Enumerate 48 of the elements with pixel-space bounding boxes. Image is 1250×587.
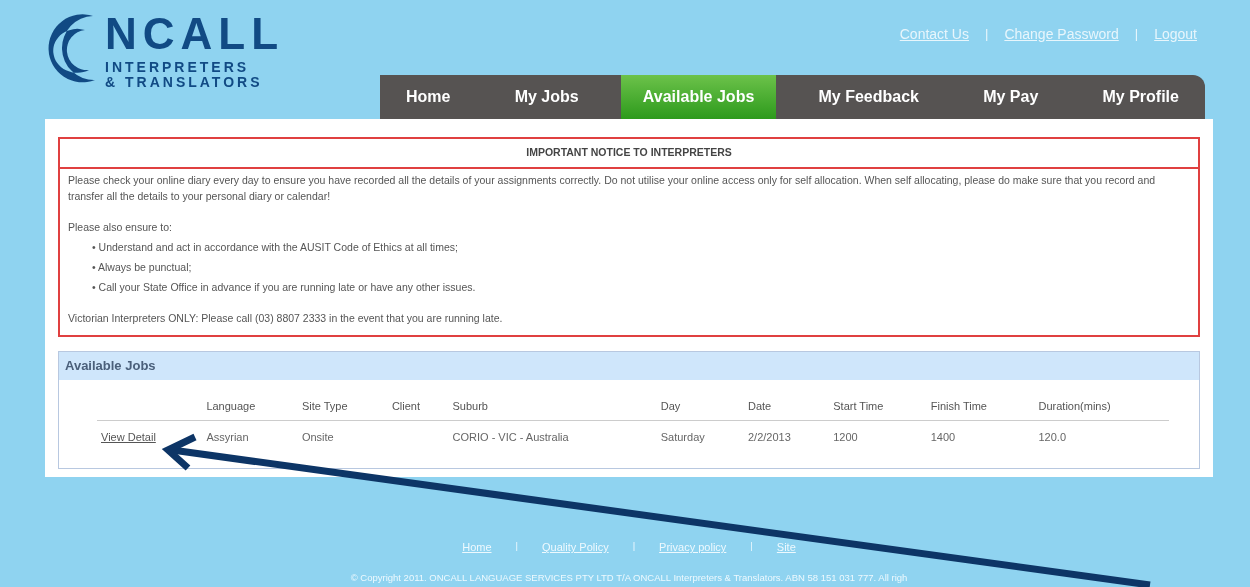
link-separator: | [1134,25,1139,43]
link-separator: | [985,25,989,43]
table-cell: Onsite [297,420,388,454]
nav-tab[interactable]: My Profile [1080,75,1201,119]
nav-tab[interactable]: My Pay [961,75,1061,119]
link-separator: | [750,539,753,553]
table-cell: Assyrian [202,420,298,454]
notice-title: IMPORTANT NOTICE TO INTERPRETERS [60,139,1198,169]
nav-tab[interactable]: Available Jobs [620,75,777,119]
table-cell: 2/2/2013 [744,420,830,454]
nav-tab[interactable]: My Jobs [492,75,601,119]
header-link[interactable]: Logout [1154,24,1197,45]
notice-bullet: • Always be punctual; [92,259,193,275]
copyright-text: © Copyright 2011. ONCALL LANGUAGE SERVICES PTY LTD T/A ONCALL Interpreters & Translators. ABN 58 151 031 777. All righ [350,571,908,583]
view-detail-link[interactable]: View Detail [101,431,156,443]
logo-subtitle: & TRANSLATORS [105,75,264,91]
footer-link[interactable]: Home [462,539,492,556]
column-header: Date [744,391,830,421]
column-header: Day [656,391,744,421]
header-link[interactable]: Change Password [1004,24,1119,45]
column-header: Finish Time [926,391,1035,421]
link-separator: | [632,539,636,553]
column-header: Language [202,391,298,421]
notice-bullet: • Understand and act in accordance with the AUSIT Code of Ethics at all times; [92,240,459,255]
table-cell: 120.0 [1034,420,1169,454]
table-cell: 1200 [829,420,927,454]
table-cell: 1400 [926,420,1035,454]
header-link[interactable]: Contact Us [899,24,969,45]
notice-text: Please also ensure to: [68,220,173,236]
notice-text: Please check your online diary every day to ensure you have recorded all the details of your assignments correctly. Do not utilise your online access only for self allocation. When self allocating, please do make sure that you record and transfer all the details to your personal diary or calendar! [68,172,1157,204]
column-header: Client [387,391,449,421]
footer-link[interactable]: Quality Policy [542,539,609,556]
column-header: Start Time [829,391,927,421]
panel-title: Available Jobs [59,352,1199,380]
nav-tab[interactable]: My Feedback [796,75,941,119]
notice-bullet: • Call your State Office in advance if you are running late or have any other issues. [92,279,477,295]
notice-text: Victorian Interpreters ONLY: Please call (03) 8807 2333 in the event that you are running late. [68,311,504,327]
column-header: Duration(mins) [1034,391,1169,421]
table-cell: Saturday [656,420,744,454]
link-separator: | [515,539,518,553]
column-header: Suburb [448,391,657,421]
logo-subtitle: INTERPRETERS [105,60,251,76]
column-header: Site Type [297,391,388,421]
footer-link[interactable]: Privacy policy [659,539,727,556]
logo-wordmark: NCALL [105,12,285,56]
nav-tab[interactable]: Home [384,75,473,119]
table-cell: CORIO - VIC - Australia [448,420,657,454]
footer-link[interactable]: Site [776,539,796,556]
